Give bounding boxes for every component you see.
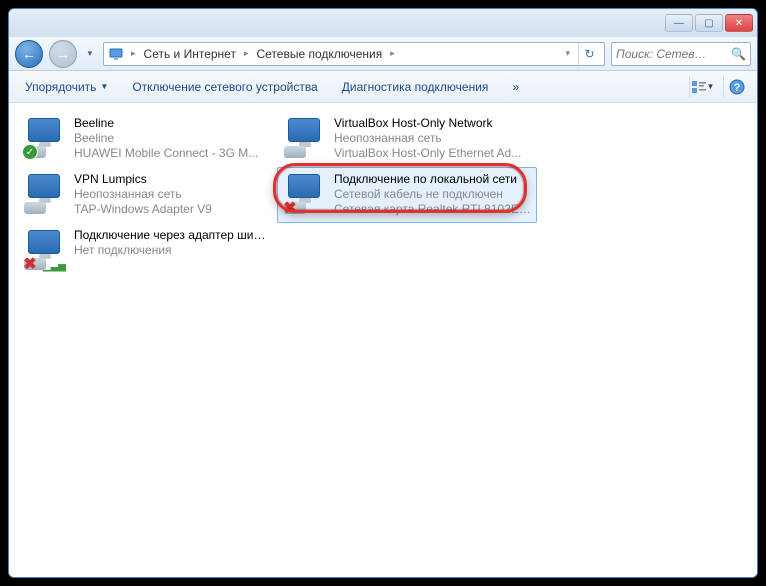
chevron-icon: ▸ — [241, 48, 252, 59]
view-button[interactable]: ▼ — [689, 76, 715, 98]
connection-status: Beeline — [74, 131, 272, 146]
chevron-icon: ▸ — [387, 48, 398, 59]
window: — ▢ ✕ ← → ▼ ▸ Сеть и Интернет ▸ Сетевые … — [8, 8, 758, 578]
diagnose-button[interactable]: Диагностика подключения — [334, 76, 497, 98]
network-icon — [108, 46, 126, 62]
breadcrumb[interactable]: ▸ Сеть и Интернет ▸ Сетевые подключения … — [103, 42, 605, 66]
connection-item[interactable]: ✖ ▁▃▅ Подключение через адаптер широкополо… — [17, 223, 277, 279]
connection-item[interactable]: ✖ Подключение по локальной сетиСетевой ка… — [277, 167, 537, 223]
refresh-button[interactable]: ↻ — [578, 43, 600, 65]
chevron-icon: ▸ — [128, 48, 139, 59]
connection-name: Подключение через адаптер широкополосной… — [74, 228, 272, 243]
titlebar: — ▢ ✕ — [9, 9, 757, 37]
close-button[interactable]: ✕ — [725, 14, 753, 32]
connection-device: Сетевая карта Realtek RTL8102E/... — [334, 202, 532, 217]
minimize-button[interactable]: — — [665, 14, 693, 32]
status-error-icon: ✖ — [282, 200, 298, 216]
connection-item[interactable]: VPN LumpicsНеопознанная сетьTAP-Windows … — [17, 167, 277, 223]
history-dropdown[interactable]: ▼ — [83, 44, 97, 64]
connection-text: Подключение по локальной сетиСетевой каб… — [334, 172, 532, 218]
connection-status: Неопознанная сеть — [74, 187, 272, 202]
more-button[interactable]: » — [504, 76, 527, 98]
signal-bars-icon: ▁▃▅ — [43, 261, 66, 272]
connection-device: VirtualBox Host-Only Ethernet Ad... — [334, 146, 532, 161]
connection-text: BeelineBeelineHUAWEI Mobile Connect - 3G… — [74, 116, 272, 162]
chevron-down-icon: ▼ — [100, 82, 108, 91]
disable-device-button[interactable]: Отключение сетевого устройства — [124, 76, 325, 98]
connection-text: VPN LumpicsНеопознанная сетьTAP-Windows … — [74, 172, 272, 218]
connection-item[interactable]: VirtualBox Host-Only NetworkНеопознанная… — [277, 111, 537, 167]
back-button[interactable]: ← — [15, 40, 43, 68]
status-error-icon: ✖ — [22, 256, 38, 272]
svg-text:?: ? — [733, 82, 740, 94]
search-icon[interactable]: 🔍 — [731, 47, 746, 61]
maximize-button[interactable]: ▢ — [695, 14, 723, 32]
connection-status: Нет подключения — [74, 243, 272, 258]
connection-status: Сетевой кабель не подключен — [334, 187, 532, 202]
connection-text: Подключение через адаптер широкополосной… — [74, 228, 272, 274]
organize-label: Упорядочить — [25, 80, 96, 94]
searchbox[interactable]: 🔍 — [611, 42, 751, 66]
connection-name: Beeline — [74, 116, 272, 131]
help-button[interactable]: ? — [723, 76, 749, 98]
chevron-down-icon: ▼ — [707, 82, 715, 91]
connection-status: Неопознанная сеть — [334, 131, 532, 146]
content-area[interactable]: ✓BeelineBeelineHUAWEI Mobile Connect - 3… — [9, 103, 757, 577]
crumb-connections[interactable]: Сетевые подключения — [253, 47, 385, 61]
connection-device: TAP-Windows Adapter V9 — [74, 202, 272, 217]
navbar: ← → ▼ ▸ Сеть и Интернет ▸ Сетевые подклю… — [9, 37, 757, 71]
connection-name: Подключение по локальной сети — [334, 172, 532, 187]
organize-button[interactable]: Упорядочить ▼ — [17, 76, 116, 98]
crumb-network[interactable]: Сеть и Интернет — [141, 47, 239, 61]
network-adapter-icon: ✖ — [282, 172, 326, 216]
connection-item[interactable]: ✓BeelineBeelineHUAWEI Mobile Connect - 3… — [17, 111, 277, 167]
forward-button[interactable]: → — [49, 40, 77, 68]
connection-name: VirtualBox Host-Only Network — [334, 116, 532, 131]
search-input[interactable] — [616, 47, 731, 61]
network-adapter-icon: ✓ — [22, 116, 66, 160]
toolbar: Упорядочить ▼ Отключение сетевого устрой… — [9, 71, 757, 103]
network-adapter-icon — [282, 116, 326, 160]
connection-name: VPN Lumpics — [74, 172, 272, 187]
network-adapter-icon — [22, 172, 66, 216]
connection-text: VirtualBox Host-Only NetworkНеопознанная… — [334, 116, 532, 162]
connection-device: HUAWEI Mobile Connect - 3G M... — [74, 146, 272, 161]
status-ok-icon: ✓ — [22, 144, 38, 160]
breadcrumb-expand[interactable]: ▾ — [559, 48, 576, 59]
network-adapter-icon: ✖ ▁▃▅ — [22, 228, 66, 272]
